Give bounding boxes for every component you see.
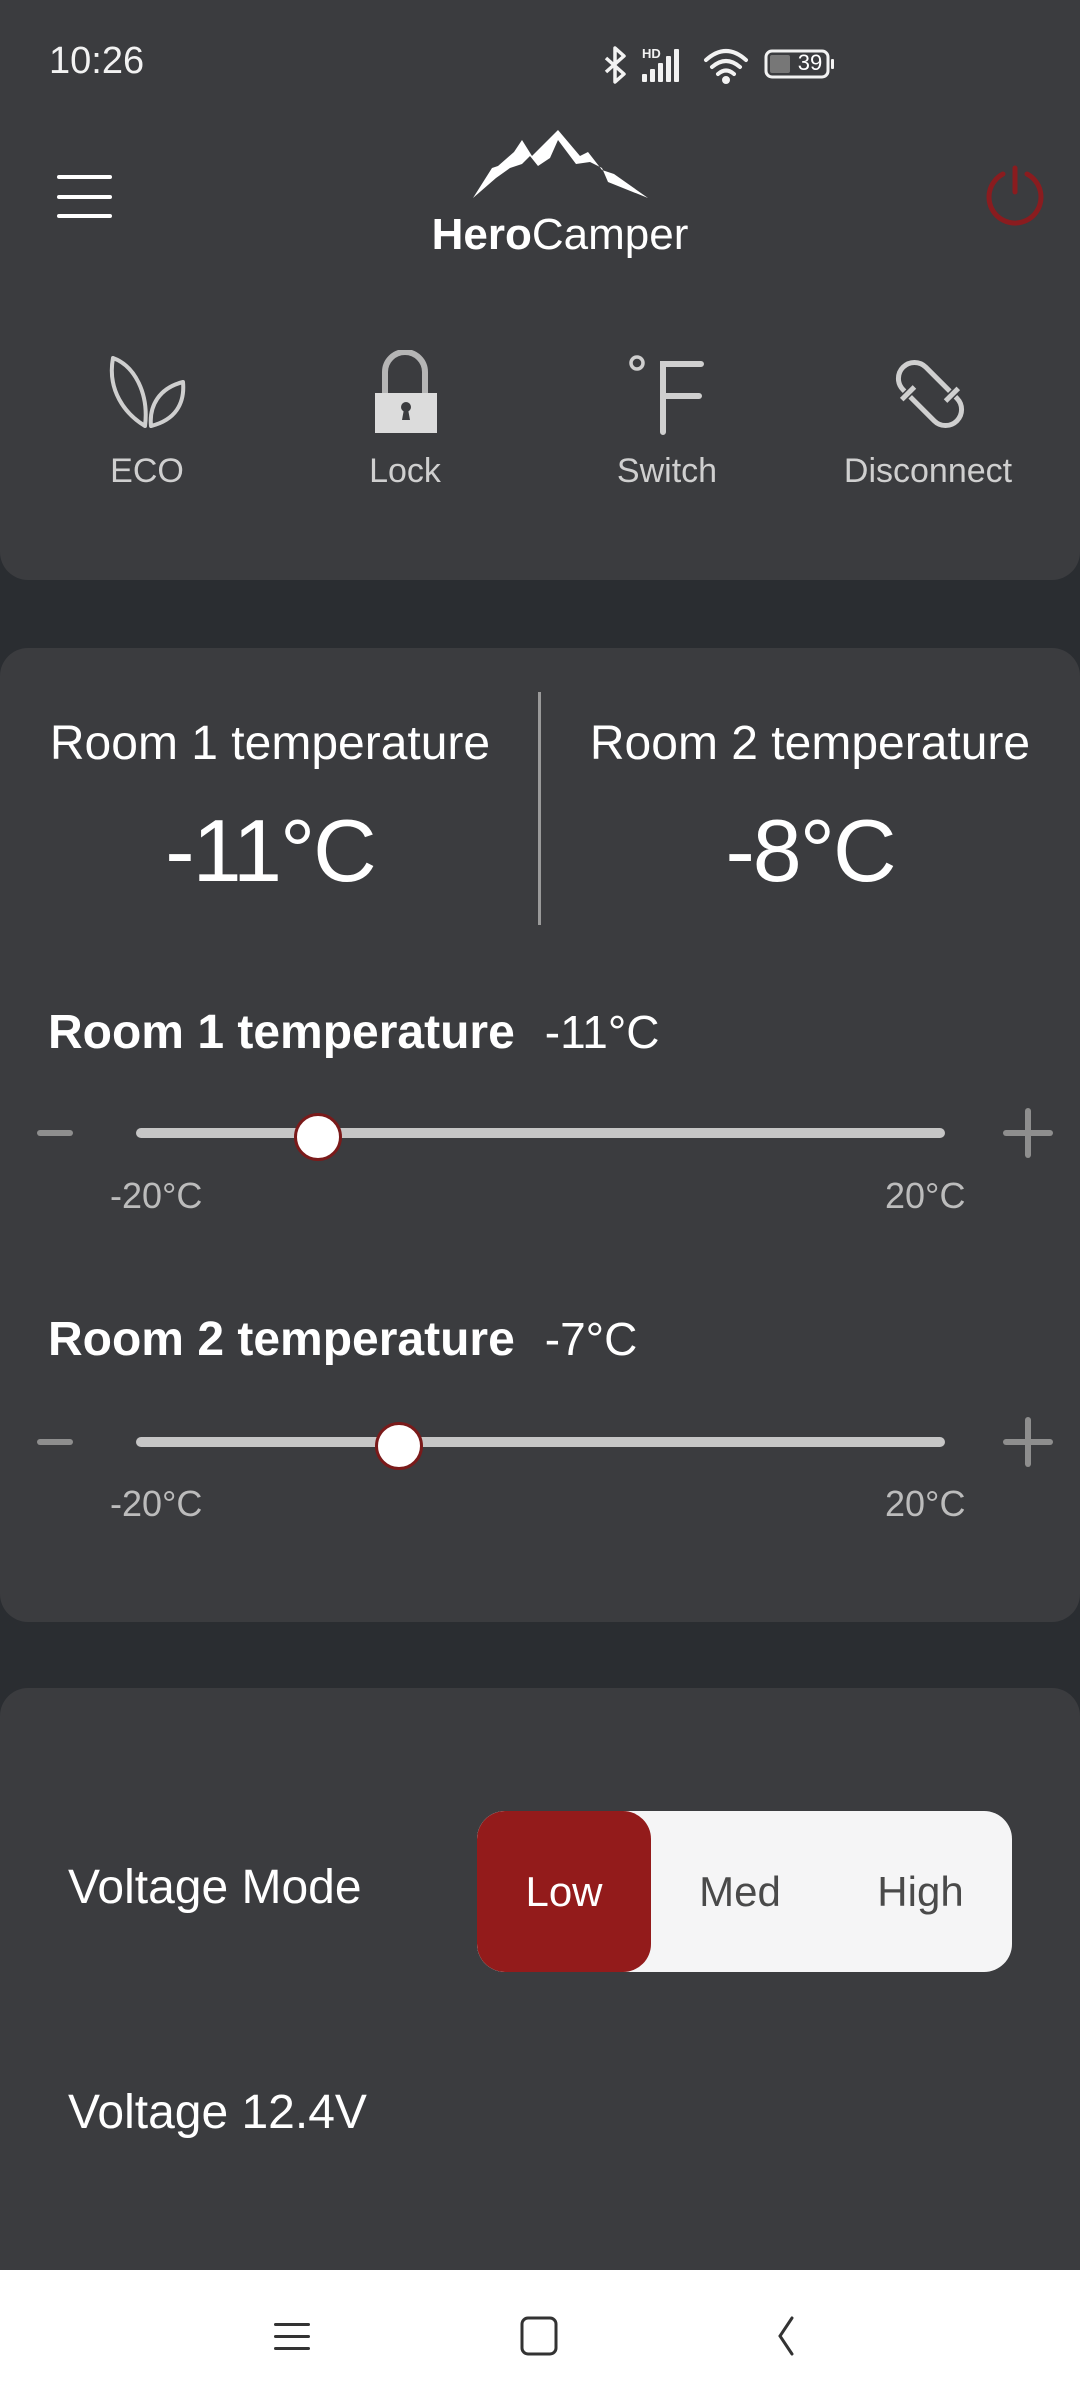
room2-slider-track[interactable]	[136, 1437, 945, 1447]
power-icon[interactable]	[982, 162, 1048, 228]
room2-setpoint-label: Room 2 temperature	[48, 1313, 515, 1366]
home-icon[interactable]	[518, 2314, 562, 2358]
room2-decrease-button[interactable]	[37, 1439, 73, 1445]
room2-setpoint-title: Room 2 temperature -7°C	[48, 1312, 637, 1367]
room1-range-max: 20°C	[885, 1175, 966, 1216]
room2-slider-thumb[interactable]	[374, 1422, 423, 1470]
brand-regular: Camper	[531, 210, 689, 259]
unlink-icon	[895, 359, 965, 429]
mountain-logo-icon	[473, 130, 648, 198]
disconnect-label: Disconnect	[843, 452, 1013, 490]
voltage-mode-label: Voltage Mode	[68, 1861, 362, 1914]
system-nav-bar	[0, 2270, 1080, 2400]
lock-label: Lock	[369, 452, 441, 490]
room1-setpoint-value: -11°C	[544, 1006, 660, 1058]
status-time: 10:26	[49, 40, 145, 82]
room1-setpoint-label: Room 1 temperature	[48, 1006, 515, 1059]
voltage-mode-segmented-control: Low Med High	[477, 1811, 1012, 1972]
back-icon[interactable]	[766, 2314, 810, 2358]
room1-current-label: Room 1 temperature	[49, 717, 491, 770]
room1-range-min: -20°C	[110, 1175, 203, 1216]
room2-current-value: -8°C	[725, 801, 897, 900]
room2-increase-button[interactable]	[1003, 1417, 1053, 1467]
voltage-option-med[interactable]: Med	[651, 1811, 829, 1972]
room1-current-value: -11°C	[165, 801, 376, 900]
room1-decrease-button[interactable]	[37, 1130, 73, 1136]
battery-level: 39	[797, 50, 823, 75]
room1-slider-thumb[interactable]	[294, 1113, 343, 1161]
leaf-icon	[109, 356, 186, 428]
room2-setpoint-value: -7°C	[544, 1313, 638, 1365]
voltage-option-low[interactable]: Low	[477, 1811, 651, 1972]
voltage-reading: Voltage 12.4V	[68, 2086, 367, 2139]
room1-setpoint-title: Room 1 temperature -11°C	[48, 1005, 659, 1060]
room2-current-label: Room 2 temperature	[589, 717, 1031, 770]
eco-label: ECO	[110, 452, 184, 490]
lock-icon	[375, 350, 437, 433]
room2-range-max: 20°C	[885, 1483, 966, 1524]
voltage-option-high[interactable]: High	[829, 1811, 1012, 1972]
voltage-card	[0, 1688, 1080, 2270]
bluetooth-icon	[604, 46, 626, 84]
svg-text:HD: HD	[642, 46, 661, 61]
switch-label: Switch	[616, 452, 718, 490]
room1-slider-track[interactable]	[136, 1128, 945, 1138]
brand-bold: Hero	[431, 210, 532, 259]
room2-range-min: -20°C	[110, 1483, 203, 1524]
hamburger-menu-icon[interactable]	[52, 170, 116, 224]
fahrenheit-icon	[629, 355, 704, 435]
room1-increase-button[interactable]	[1003, 1108, 1053, 1158]
brand-logo-text: HeroCamper	[380, 210, 740, 260]
wifi-icon	[704, 49, 748, 84]
recents-icon[interactable]	[270, 2315, 314, 2359]
hd-signal-icon: HD	[642, 46, 679, 82]
